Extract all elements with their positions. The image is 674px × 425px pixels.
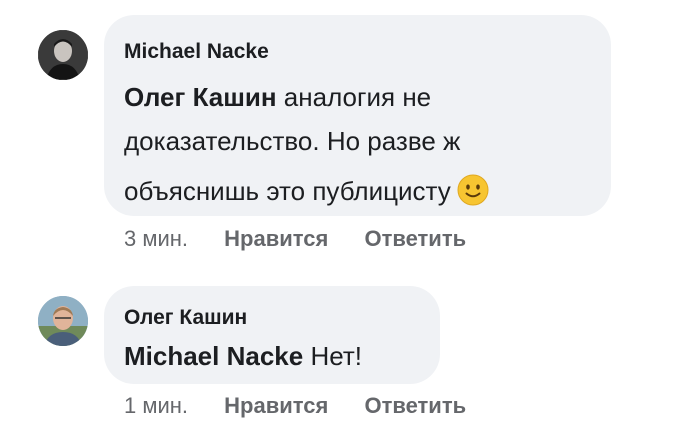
reply-button[interactable]: Ответить: [364, 393, 466, 418]
comment-actions: 1 мин. Нравится Ответить: [124, 393, 466, 419]
comment-timestamp-link[interactable]: 3 мин.: [124, 226, 188, 251]
mention-link[interactable]: Michael Nacke: [124, 341, 303, 371]
user-photo-icon: [38, 296, 88, 346]
slightly-smiling-face-icon: [457, 174, 489, 219]
mention-link[interactable]: Олег Кашин: [124, 82, 277, 112]
comment-text-line: доказательство. Но разве ж: [124, 126, 461, 156]
comment-text-segment: Нет!: [303, 341, 362, 371]
user-photo-icon: [38, 30, 88, 80]
avatar[interactable]: [38, 296, 88, 346]
comment-text: Michael Nacke Нет!: [124, 336, 362, 376]
comment-author-link[interactable]: Олег Кашин: [124, 306, 247, 330]
like-button[interactable]: Нравится: [224, 226, 328, 251]
comment-author-link[interactable]: Michael Nacke: [124, 40, 269, 64]
comment-text-line: Олег Кашин аналогия не: [124, 75, 604, 119]
comment-text: Олег Кашин аналогия не доказательство. Н…: [124, 75, 604, 219]
reply-button[interactable]: Ответить: [364, 226, 466, 251]
comment-text-line: объяснишь это публицисту: [124, 169, 604, 219]
comment-text-segment: аналогия не: [276, 82, 432, 112]
comment-actions: 3 мин. Нравится Ответить: [124, 226, 466, 252]
comment-timestamp-link[interactable]: 1 мин.: [124, 393, 188, 418]
comment-text-segment: объяснишь это публицисту: [124, 176, 451, 206]
like-button[interactable]: Нравится: [224, 393, 328, 418]
avatar[interactable]: [38, 30, 88, 80]
